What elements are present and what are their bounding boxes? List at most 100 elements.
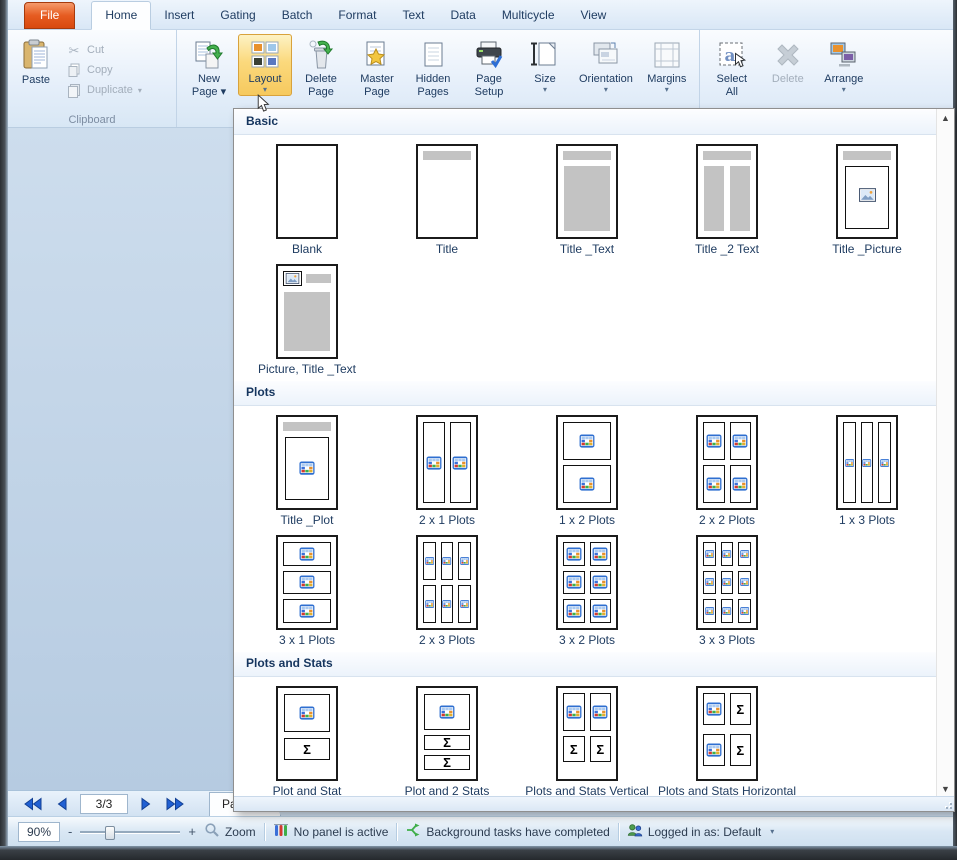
copy-icon [66,62,82,78]
layout-thumbnail [836,144,898,239]
orientation-button-label: Orientation▾ [579,73,633,93]
gallery-section-header: Plots and Stats [234,651,937,677]
master-page-button[interactable]: MasterPage [350,34,404,102]
chevron-down-icon: ▾ [770,827,774,836]
tab-home[interactable]: Home [91,1,151,30]
layout-option-2-x-3-plots[interactable]: 2 x 3 Plots [377,531,517,651]
page-setup-button[interactable]: PageSetup [462,34,516,102]
hidden-pages-button-label: HiddenPages [416,73,451,99]
zoom-out-button[interactable]: - [68,824,72,839]
delete-button-label: Delete [772,73,804,86]
login-selector[interactable]: Logged in as: Default ▾ [627,822,774,841]
page-setup-icon [473,39,505,71]
copy-label: Copy [87,63,113,78]
margins-button[interactable]: Margins▾ [640,34,694,96]
layout-option-3-x-1-plots[interactable]: 3 x 1 Plots [237,531,377,651]
users-icon [627,822,643,841]
layout-thumbnail [696,535,758,630]
paste-button[interactable]: Paste [12,34,60,100]
page-counter[interactable]: 3/3 [80,794,128,814]
mouse-cursor-icon [257,94,270,118]
zoom-in-button[interactable]: + [188,824,196,839]
layout-thumbnail [416,535,478,630]
zoom-slider[interactable] [80,824,180,840]
layout-button[interactable]: Layout▾ [238,34,292,96]
new-page-button-label: NewPage ▾ [192,73,226,99]
layout-thumbnail [556,535,618,630]
scroll-up-button[interactable]: ▲ [937,109,954,126]
layout-option-label: 1 x 2 Plots [559,513,615,527]
layout-option-blank[interactable]: Blank [237,140,377,260]
paste-icon [20,38,52,70]
layout-button-label: Layout▾ [248,73,281,93]
layout-option-2-x-2-plots[interactable]: 2 x 2 Plots [657,411,797,531]
layout-option-1-x-2-plots[interactable]: 1 x 2 Plots [517,411,657,531]
layout-option-plots-and-stats-horizontal[interactable]: ΣΣPlots and Stats Horizontal [657,682,797,797]
layout-option-label: Blank [292,242,322,256]
tab-gating[interactable]: Gating [207,2,268,29]
resize-grip-icon[interactable] [942,799,952,809]
scroll-down-button[interactable]: ▼ [937,780,954,797]
size-button[interactable]: Size▾ [518,34,572,96]
layout-option-3-x-3-plots[interactable]: 3 x 3 Plots [657,531,797,651]
tab-text[interactable]: Text [389,2,437,29]
layout-option-3-x-2-plots[interactable]: 3 x 2 Plots [517,531,657,651]
layout-option-plot-and-stat[interactable]: ΣPlot and Stat [237,682,377,797]
layout-option-picture-title-text[interactable]: Picture, Title _Text [237,260,377,380]
margins-button-label: Margins▾ [647,73,686,93]
select-all-icon: a [716,39,748,71]
arrange-button[interactable]: Arrange▾ [817,34,871,96]
tab-format[interactable]: Format [325,2,389,29]
gallery-section-header: Basic [234,109,937,135]
gallery-resize-bar[interactable] [234,796,954,811]
layout-thumbnail: Σ [276,686,338,781]
status-bar: 90% - + Zoom No panel is active Backgrou… [8,816,953,846]
layout-thumbnail [416,144,478,239]
zoom-slider-thumb[interactable] [105,826,115,840]
master-page-button-label: MasterPage [360,73,394,99]
next-page-button[interactable] [135,796,157,811]
clipboard-group-label: Clipboard [8,114,176,126]
zoom-label: Zoom [225,825,256,839]
tab-view[interactable]: View [568,2,620,29]
layout-option-title-picture[interactable]: Title _Picture [797,140,937,260]
select-all-button[interactable]: aSelectAll [705,34,759,102]
tab-file[interactable]: File [24,2,75,29]
background-tasks-text: Background tasks have completed [426,825,609,839]
layout-option-title[interactable]: Title [377,140,517,260]
layout-thumbnail: ΣΣ [556,686,618,781]
layout-option-label: Title _Picture [832,242,902,256]
layout-thumbnail [416,415,478,510]
layout-option-1-x-3-plots[interactable]: 1 x 3 Plots [797,411,937,531]
app-window: File HomeInsertGatingBatchFormatTextData… [0,0,957,860]
first-page-button[interactable] [22,796,44,811]
tab-multicycle[interactable]: Multicycle [489,2,568,29]
zoom-tool[interactable]: Zoom [204,822,256,841]
magnifier-icon [204,822,220,841]
panel-status-text: No panel is active [294,825,389,839]
layout-option-plots-and-stats-vertical[interactable]: ΣΣPlots and Stats Vertical [517,682,657,797]
tab-insert[interactable]: Insert [151,2,207,29]
last-page-button[interactable] [164,796,186,811]
gallery-scrollbar[interactable]: ▲ ▼ [936,109,954,797]
layout-thumbnail [276,144,338,239]
tab-data[interactable]: Data [437,2,488,29]
layout-option-title-text[interactable]: Title _Text [517,140,657,260]
arrange-icon [828,39,860,71]
delete-button: Delete [761,34,815,89]
layout-option-2-x-1-plots[interactable]: 2 x 1 Plots [377,411,517,531]
new-page-button[interactable]: NewPage ▾ [182,34,236,102]
layout-option-label: Title [436,242,458,256]
hidden-pages-button[interactable]: HiddenPages [406,34,460,102]
layout-option-plot-and-2-stats[interactable]: ΣΣPlot and 2 Stats [377,682,517,797]
arrange-button-label: Arrange▾ [824,73,863,93]
separator [618,823,619,841]
previous-page-button[interactable] [51,796,73,811]
delete-page-button[interactable]: DeletePage [294,34,348,102]
tab-batch[interactable]: Batch [269,2,326,29]
paste-label: Paste [22,74,50,86]
hidden-pages-icon [417,39,449,71]
orientation-button[interactable]: Orientation▾ [574,34,638,96]
layout-option-title-plot[interactable]: Title _Plot [237,411,377,531]
layout-option-title-2-text[interactable]: Title _2 Text [657,140,797,260]
